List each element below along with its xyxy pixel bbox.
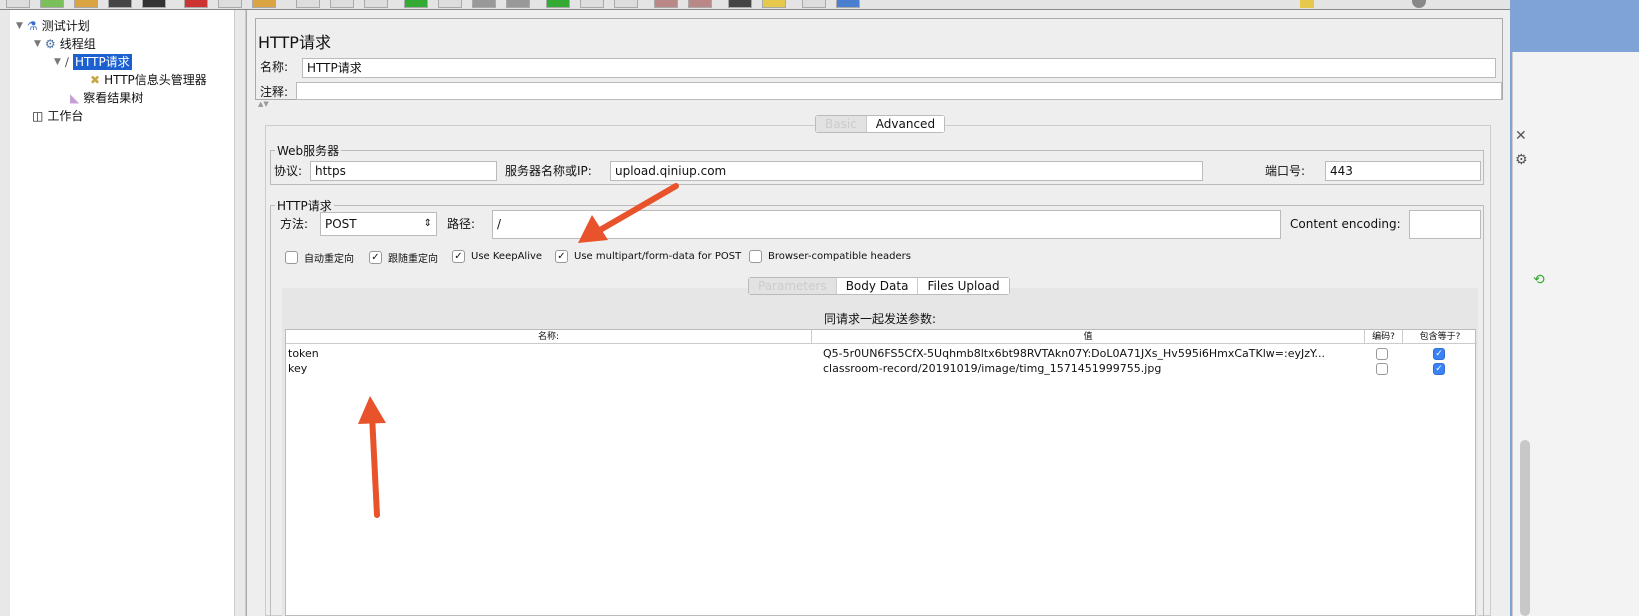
annotation-arrows <box>358 183 679 518</box>
arrow-to-parameters <box>358 396 386 518</box>
arrow-to-multipart <box>578 183 679 243</box>
